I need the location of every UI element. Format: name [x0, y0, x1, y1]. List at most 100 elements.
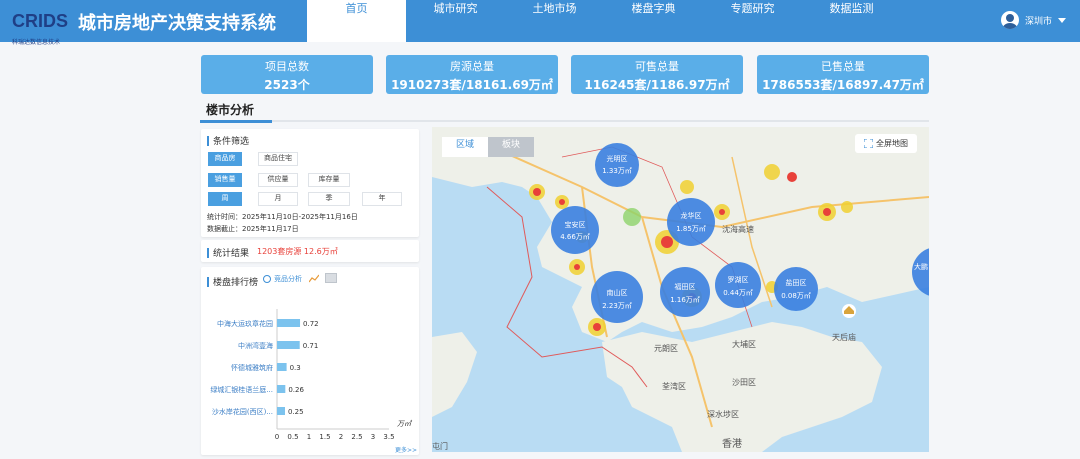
- ranking-panel: 楼盘排行榜 竞品分析 中海大运玖章花园 0.72 中洲湾壹海 0.71 怀德城雅筑府 0.…: [201, 267, 419, 455]
- filter-week[interactable]: 周: [208, 192, 242, 206]
- result-value: 1203套房源 12.6万㎡: [257, 247, 338, 256]
- land-west: [432, 332, 477, 417]
- stat-value: 2523个: [264, 78, 310, 92]
- stat-label: 房源总量: [450, 60, 494, 73]
- user-city: 深圳市: [1024, 16, 1052, 27]
- filter-commercial-housing[interactable]: 商品房: [208, 152, 242, 166]
- stat-project-total: 项目总数 2523个: [201, 55, 373, 94]
- tab-block[interactable]: 板块: [488, 137, 534, 157]
- bar-value-label: 0.3: [290, 364, 301, 372]
- nav-home[interactable]: 首页: [307, 0, 406, 42]
- stat-value: 1786553套/16897.47万㎡: [762, 78, 924, 92]
- heat-map[interactable]: 元朗区 大埔区 沙田区 香港 深水埗区 荃湾区 天后庙 沈海高速 屯门 光明区 …: [432, 127, 929, 452]
- filter-panel: 条件筛选 商品房 商品住宅 销售量 供应量 库存量 周 月 季 年 统计时间：2…: [201, 129, 419, 237]
- district-bubble-futian[interactable]: 福田区 1.16万㎡: [660, 267, 710, 317]
- section-divider: [200, 120, 929, 122]
- bubble-value: 4.66万㎡: [560, 233, 590, 241]
- bubble-value: 0.08万㎡: [781, 292, 811, 300]
- bar: [277, 385, 286, 393]
- avatar-icon: [1000, 11, 1019, 29]
- bubble-name: 大鹏: [914, 262, 928, 271]
- bar: [277, 319, 301, 327]
- bar-value-label: 0.26: [288, 386, 304, 394]
- nav-data-monitor[interactable]: 数据监测: [802, 0, 901, 42]
- nav-city-research[interactable]: 城市研究: [406, 0, 505, 42]
- logo-text: CRIDS: [12, 11, 69, 31]
- stat-label: 项目总数: [265, 60, 309, 73]
- bubble-name: 南山区: [607, 288, 628, 297]
- x-tick-label: 0.5: [287, 433, 298, 441]
- district-bubble-guangming[interactable]: 光明区 1.33万㎡: [595, 143, 639, 187]
- district-bubble-nanshan[interactable]: 南山区 2.23万㎡: [591, 271, 643, 323]
- filter-supply[interactable]: 供应量: [258, 173, 298, 187]
- district-bubble-longhua[interactable]: 龙华区 1.85万㎡: [667, 198, 715, 246]
- x-axis-unit: 万㎡: [397, 419, 413, 428]
- expand-icon: [864, 139, 873, 148]
- bubble-value: 2.23万㎡: [602, 302, 632, 310]
- data-deadline: 数据截止：2025年11月17日: [207, 225, 299, 233]
- competitor-analysis-link[interactable]: 竞品分析: [263, 274, 302, 284]
- x-tick-label: 3.5: [383, 433, 394, 441]
- stat-label: 可售总量: [635, 60, 679, 73]
- stat-sold-total: 已售总量 1786553套/16897.47万㎡: [757, 55, 929, 94]
- tab-region[interactable]: 区域: [442, 137, 488, 157]
- x-tick-label: 2.5: [351, 433, 362, 441]
- district-bubble-yantian[interactable]: 盐田区 0.08万㎡: [774, 267, 818, 311]
- stat-label: 已售总量: [821, 60, 865, 73]
- ranking-bar-chart: 中海大运玖章花园 0.72 中洲湾壹海 0.71 怀德城雅筑府 0.3 绿城汇银桂语兰庭..…: [210, 309, 413, 441]
- place-label: 深水埗区: [707, 409, 739, 419]
- bar: [277, 363, 287, 371]
- logo-subtitle: 科瑞达数信息技术: [12, 39, 61, 46]
- more-link[interactable]: 更多>>: [395, 445, 417, 454]
- place-label: 天后庙: [832, 332, 856, 342]
- bar-category-label: 中海大运玖章花园: [217, 319, 273, 328]
- filter-commercial-residence[interactable]: 商品住宅: [258, 152, 298, 166]
- table-icon[interactable]: [325, 273, 337, 283]
- bar: [277, 341, 300, 349]
- chevron-down-icon: [1058, 17, 1066, 23]
- place-label: 荃湾区: [662, 381, 686, 391]
- bubble-value: 1.85万㎡: [676, 225, 706, 233]
- user-menu[interactable]: 深圳市: [1000, 11, 1066, 29]
- filter-sales[interactable]: 销售量: [208, 173, 242, 187]
- bubble-name: 光明区: [607, 154, 628, 163]
- map-canvas: 元朗区 大埔区 沙田区 香港 深水埗区 荃湾区 天后庙 沈海高速 屯门 光明区 …: [432, 127, 929, 452]
- stat-value: 1910273套/18161.69万㎡: [391, 78, 553, 92]
- bar-category-label: 怀德城雅筑府: [231, 363, 273, 372]
- logo[interactable]: CRIDS 科瑞达数信息技术: [6, 7, 70, 46]
- nav-land-market[interactable]: 土地市场: [505, 0, 604, 42]
- main-nav: 首页 城市研究 土地市场 楼盘字典 专题研究 数据监测: [307, 0, 901, 42]
- nav-property-dictionary[interactable]: 楼盘字典: [604, 0, 703, 42]
- analysis-icon: [263, 275, 271, 283]
- bar-category-label: 沙水岸花园(西区)...: [212, 407, 273, 416]
- x-tick-label: 2: [339, 433, 343, 441]
- bubble-value: 1.16万㎡: [670, 296, 700, 304]
- place-label: 沙田区: [732, 378, 756, 387]
- section-title: 楼市分析: [206, 103, 255, 117]
- district-bubble-luohu[interactable]: 罗湖区 0.44万㎡: [715, 262, 761, 308]
- bubble-name: 福田区: [675, 282, 696, 291]
- temple-icon: [842, 304, 856, 318]
- bubble-value: 0.44万㎡: [723, 289, 753, 297]
- filter-quarter[interactable]: 季: [308, 192, 350, 206]
- top-bar: CRIDS 科瑞达数信息技术 城市房地产决策支持系统 首页 城市研究 土地市场 …: [0, 0, 1080, 46]
- x-tick-label: 1: [307, 433, 311, 441]
- filter-year[interactable]: 年: [362, 192, 402, 206]
- nav-topic-research[interactable]: 专题研究: [703, 0, 802, 42]
- bubble-name: 龙华区: [681, 211, 702, 220]
- bubble-name: 盐田区: [786, 278, 807, 287]
- x-tick-label: 3: [371, 433, 375, 441]
- fullscreen-map-button[interactable]: 全屏地图: [855, 134, 917, 153]
- result-panel: 统计结果 1203套房源 12.6万㎡: [201, 240, 419, 262]
- filter-month[interactable]: 月: [258, 192, 298, 206]
- competitor-analysis-label: 竞品分析: [274, 275, 302, 283]
- bar: [277, 407, 285, 415]
- x-tick-label: 1.5: [319, 433, 330, 441]
- stat-available-total: 可售总量 116245套/1186.97万㎡: [571, 55, 743, 94]
- filter-inventory[interactable]: 库存量: [308, 173, 350, 187]
- map-tabs: 区域 板块: [442, 137, 534, 157]
- line-chart-icon[interactable]: [309, 274, 319, 283]
- bar-category-label: 中洲湾壹海: [238, 341, 273, 350]
- district-bubble-baoan[interactable]: 宝安区 4.66万㎡: [551, 206, 599, 254]
- bubble-value: 1.33万㎡: [602, 167, 632, 175]
